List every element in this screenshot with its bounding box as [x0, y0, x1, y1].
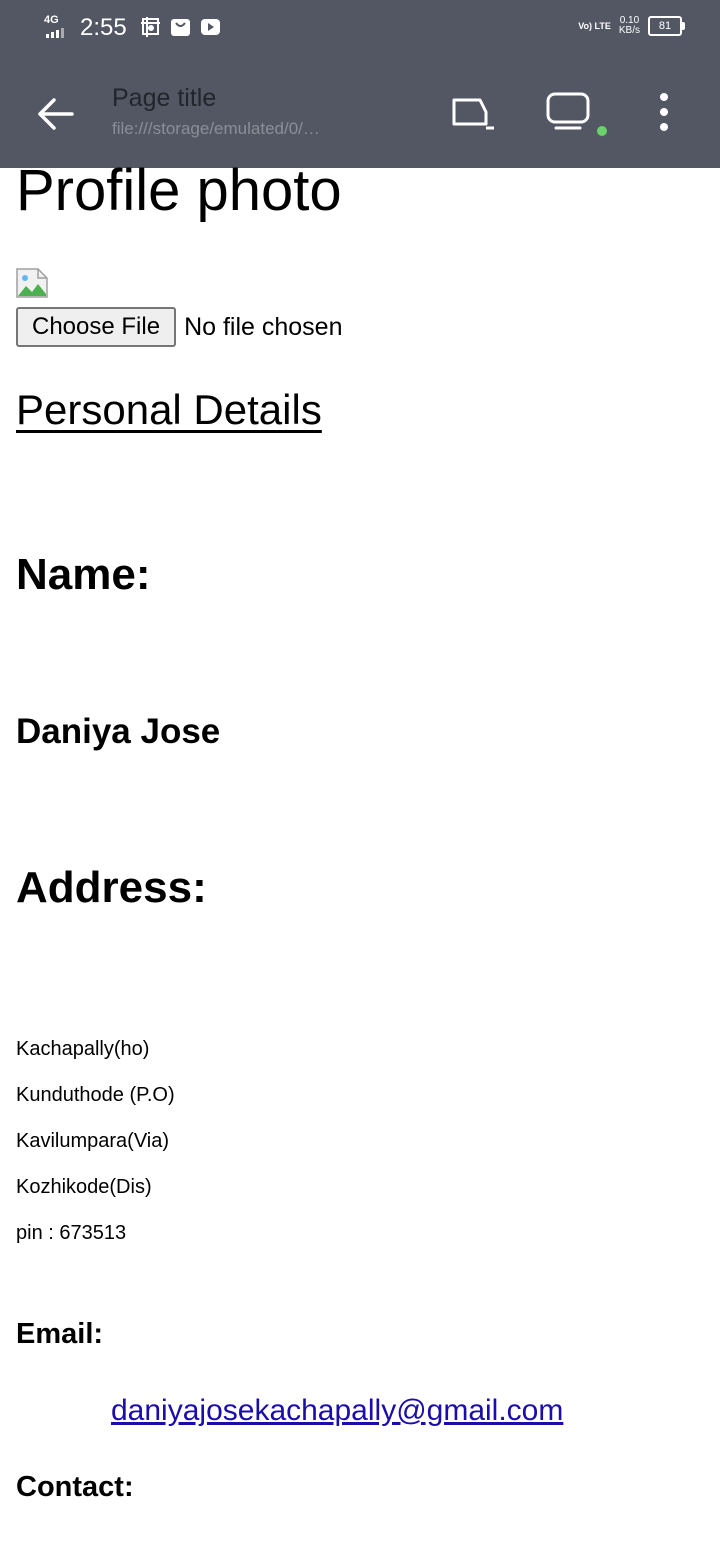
- page-title: Page title: [112, 84, 217, 112]
- email-link[interactable]: daniyajosekachapally@gmail.com: [111, 1394, 563, 1428]
- page-url[interactable]: file:///storage/emulated/0/…: [112, 119, 362, 139]
- status-dot: [597, 126, 607, 136]
- back-button[interactable]: [30, 90, 82, 138]
- contact-label: Contact:: [16, 1471, 134, 1503]
- youtube-icon: [200, 16, 221, 38]
- signal-icon: 4G: [42, 14, 74, 38]
- volte-indicator: Vo) LTE: [578, 20, 611, 31]
- network-speed: 0.10 KB/s: [619, 16, 640, 36]
- app-bar: Page title file:///storage/emulated/0/…: [0, 60, 720, 168]
- cast-icon: [452, 98, 494, 130]
- back-arrow-icon: [38, 98, 74, 130]
- personal-details-heading: Personal Details: [16, 386, 322, 433]
- battery-icon: 81: [648, 16, 685, 36]
- file-status: No file chosen: [184, 312, 343, 341]
- shop-bag-icon: [170, 16, 191, 38]
- speed-unit: KB/s: [618, 25, 640, 36]
- cast-button[interactable]: [448, 88, 498, 138]
- network-type: 4G: [44, 14, 59, 26]
- address-line: Kavilumpara(Via): [16, 1130, 170, 1152]
- screenshot-icon: [140, 16, 161, 38]
- address-line: pin : 673513: [16, 1222, 127, 1244]
- file-input: Choose File No file chosen: [16, 307, 343, 347]
- address-line: Kozhikode(Dis): [16, 1176, 152, 1198]
- address-label: Address:: [16, 863, 207, 912]
- email-label: Email:: [16, 1318, 104, 1350]
- status-bar: 4G 2:55 Vo) LTE 0.10 KB/s 81: [0, 0, 720, 60]
- name-label: Name:: [16, 550, 151, 599]
- address-line: Kachapally(ho): [16, 1038, 150, 1060]
- choose-file-button[interactable]: Choose File: [16, 307, 177, 347]
- more-menu-button[interactable]: [640, 88, 690, 138]
- profile-photo-heading: Profile photo: [16, 158, 342, 223]
- device-button[interactable]: [544, 88, 594, 138]
- address-line: Kunduthode (P.O): [16, 1084, 175, 1106]
- device-icon: [546, 92, 590, 130]
- broken-image-icon: [16, 268, 48, 298]
- name-value: Daniya Jose: [16, 712, 221, 751]
- clock: 2:55: [80, 14, 127, 41]
- more-vert-icon: [660, 93, 668, 131]
